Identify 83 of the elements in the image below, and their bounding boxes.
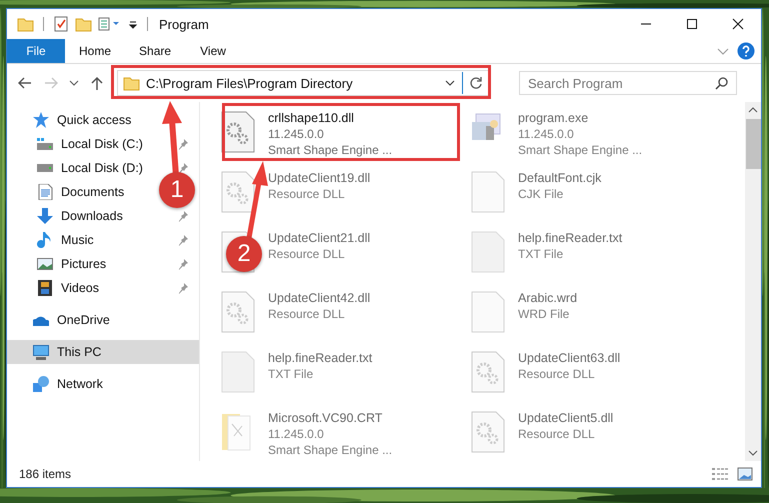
pin-icon	[177, 210, 189, 222]
refresh-icon[interactable]	[469, 76, 483, 90]
details-view-icon[interactable]	[711, 467, 729, 481]
nav-item[interactable]: OneDrive	[7, 308, 110, 332]
file-name[interactable]: UpdateClient5.dll	[518, 410, 614, 426]
file-name[interactable]: Microsoft.VC90.CRT	[268, 410, 382, 426]
file-icon	[470, 230, 506, 274]
drive-icon	[37, 136, 53, 152]
file-name[interactable]: UpdateClient63.dll	[518, 350, 620, 366]
file-detail: WRD File	[518, 306, 570, 322]
file-detail: CJK File	[518, 186, 564, 202]
chevron-down-icon[interactable]	[748, 449, 758, 457]
address-field[interactable]: C:\Program Files\Program Directory	[117, 70, 489, 96]
file-icon	[470, 290, 506, 334]
file-detail: Smart Shape Engine ...	[518, 142, 642, 158]
music-note-icon	[37, 232, 53, 248]
file-name[interactable]: help.fineReader.txt	[268, 350, 372, 366]
pin-icon	[177, 282, 189, 294]
scrollbar[interactable]	[745, 102, 761, 461]
help-icon[interactable]	[737, 42, 755, 60]
file-detail: 11.245.0.0	[518, 126, 574, 142]
nav-item[interactable]: Local Disk (C:)	[7, 132, 199, 156]
file-detail: TXT File	[268, 366, 314, 382]
gear-file-icon	[470, 350, 506, 394]
file-detail: 11.245.0.0	[268, 126, 324, 142]
file-name[interactable]: Arabic.wrd	[518, 290, 578, 306]
computer-icon	[33, 344, 49, 360]
address-path: C:\Program Files\Program Directory	[146, 76, 354, 90]
nav-item[interactable]: Quick access	[7, 108, 132, 132]
file-icon	[220, 350, 256, 394]
scrollbar-thumb[interactable]	[746, 119, 760, 169]
properties-icon[interactable]	[53, 16, 69, 32]
file-detail: Resource DLL	[268, 246, 345, 262]
pin-icon	[177, 138, 189, 150]
file-name[interactable]: program.exe	[518, 110, 588, 126]
file-detail: Resource DLL	[518, 426, 595, 442]
file-name[interactable]: UpdateClient21.dll	[268, 230, 370, 246]
up-arrow-icon[interactable]	[89, 75, 105, 91]
file-name[interactable]: UpdateClient42.dll	[268, 290, 370, 306]
file-name[interactable]: UpdateClient19.dll	[268, 170, 370, 186]
download-arrow-icon	[37, 208, 53, 224]
file-name[interactable]: help.fineReader.txt	[518, 230, 622, 246]
thumbnail-view-icon[interactable]	[737, 467, 753, 481]
nav-item[interactable]: Documents	[7, 180, 124, 204]
search-icon[interactable]	[715, 76, 729, 90]
pin-icon	[177, 162, 189, 174]
gear-file-icon	[220, 290, 256, 334]
nav-item[interactable]: Pictures	[7, 252, 199, 276]
chevron-down-icon[interactable]	[69, 78, 79, 88]
file-name[interactable]: crllshape110.dll	[268, 110, 354, 126]
back-arrow-icon[interactable]	[17, 75, 33, 91]
file-detail: TXT File	[518, 246, 564, 262]
file-detail: Resource DLL	[268, 306, 345, 322]
picture-icon	[37, 256, 53, 272]
file-detail: 11.245.0.0	[268, 426, 324, 442]
document-icon	[37, 184, 53, 200]
pin-icon	[177, 234, 189, 246]
list-view-icon[interactable]	[98, 16, 122, 32]
chevron-up-icon[interactable]	[748, 106, 758, 114]
gear-file-icon	[220, 110, 256, 154]
gear-file-icon	[470, 410, 506, 454]
file-detail: Smart Shape Engine ...	[268, 142, 392, 158]
file-icon	[470, 170, 506, 214]
file-detail: Resource DLL	[518, 366, 595, 382]
file-detail: Resource DLL	[268, 186, 345, 202]
nav-item[interactable]: Music	[7, 228, 199, 252]
search-field[interactable]: Search Program	[519, 71, 737, 95]
star-icon	[33, 112, 49, 128]
folder-icon	[123, 74, 140, 92]
nav-item[interactable]: Videos	[7, 276, 199, 300]
ribbon-tab[interactable]: File	[7, 39, 65, 63]
nav-item[interactable]: This PC	[7, 340, 102, 364]
film-icon	[37, 280, 53, 296]
gear-file-icon	[220, 170, 256, 214]
pin-icon	[177, 258, 189, 270]
close-icon	[732, 18, 744, 30]
nav-item[interactable]: Network	[7, 372, 103, 396]
file-name[interactable]: DefaultFont.cjk	[518, 170, 602, 186]
file-detail: Smart Shape Engine ...	[268, 442, 392, 458]
window-title: Program	[159, 16, 209, 32]
maximize-icon	[686, 18, 698, 30]
network-icon	[33, 376, 49, 392]
item-count: 186 items	[19, 467, 72, 481]
